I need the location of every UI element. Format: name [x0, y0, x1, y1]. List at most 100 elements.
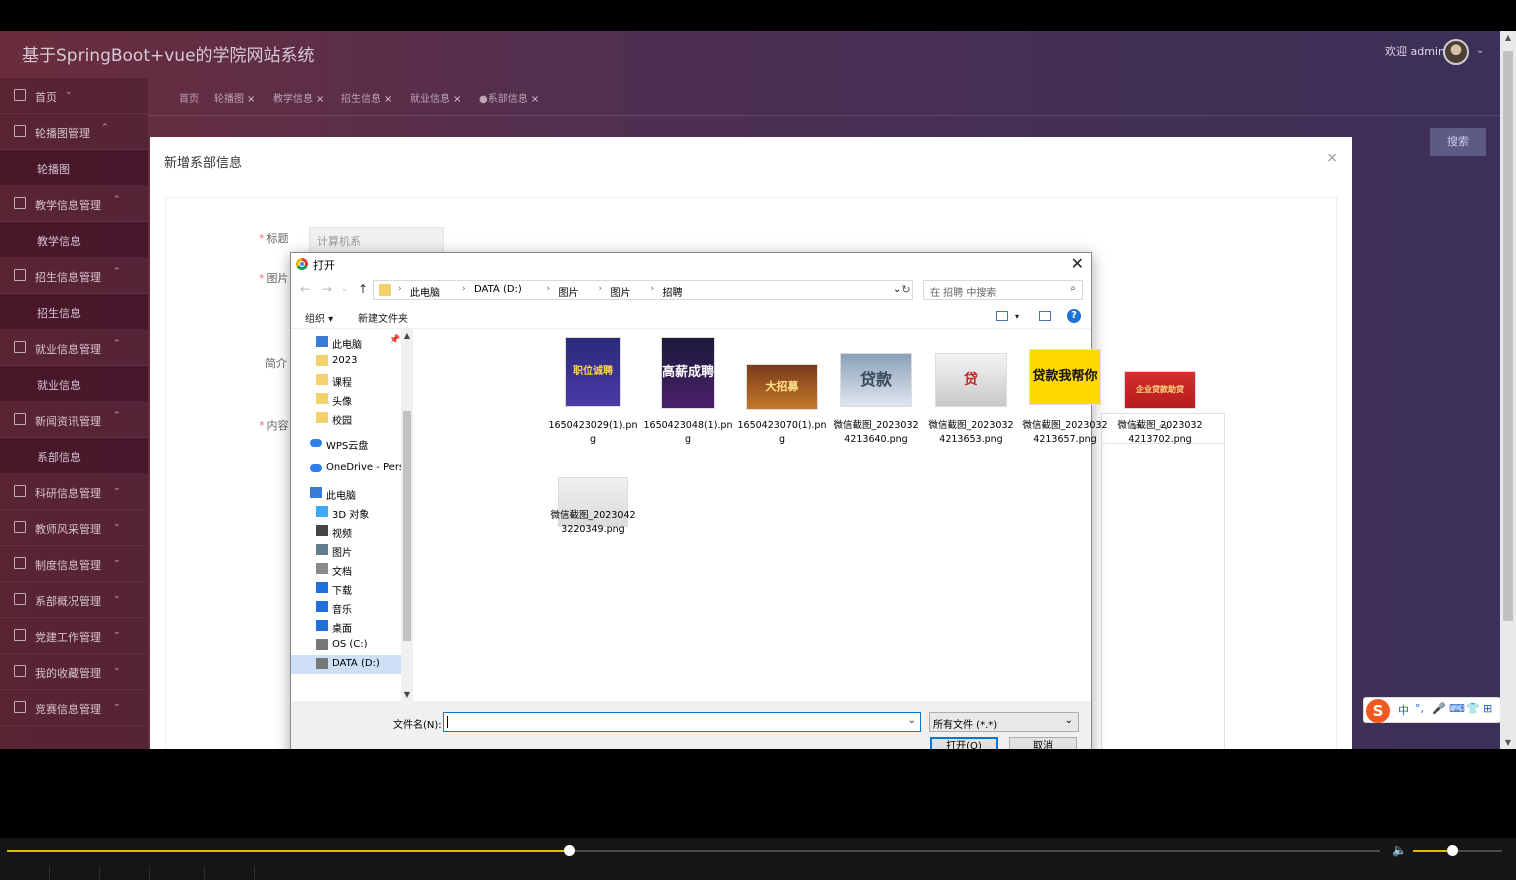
- grid-icon[interactable]: ⊞: [1483, 702, 1492, 715]
- open-button[interactable]: 打开(O): [930, 737, 998, 749]
- refresh-icon[interactable]: ↻: [898, 280, 914, 300]
- sidebar-subitem[interactable]: 轮播图: [0, 150, 148, 186]
- volume-icon[interactable]: 🔈: [1392, 843, 1407, 857]
- tab-item[interactable]: ●系部信息 ×: [479, 90, 539, 105]
- cancel-button[interactable]: 取消: [1009, 737, 1077, 749]
- punctuation-icon[interactable]: °,: [1415, 702, 1424, 715]
- file-item[interactable]: 贷款我帮你 微信截图_20230324213657.png: [1020, 329, 1110, 459]
- sidebar-item[interactable]: 首页 ⌄: [0, 78, 148, 114]
- nav-item[interactable]: 课程: [291, 371, 401, 390]
- nav-item[interactable]: 音乐: [291, 598, 401, 617]
- scroll-thumb[interactable]: [1503, 51, 1513, 621]
- nav-item[interactable]: OneDrive - Perso: [291, 459, 410, 478]
- sidebar-item[interactable]: 招生信息管理 ⌃: [0, 258, 148, 294]
- volume-handle[interactable]: [1447, 845, 1459, 856]
- breadcrumb-item[interactable]: 图片: [611, 284, 631, 299]
- skin-icon[interactable]: 👕: [1466, 702, 1480, 715]
- ime-toolbar[interactable]: S 中 °, 🎤 ⌨ 👕 ⊞: [1363, 697, 1500, 723]
- file-item[interactable]: 职位诚聘 1650423029(1).png: [548, 329, 638, 459]
- nav-item[interactable]: 此电脑 📌: [291, 333, 401, 352]
- microphone-icon[interactable]: 🎤: [1432, 702, 1446, 715]
- nav-item[interactable]: 头像: [291, 390, 401, 409]
- tab-item[interactable]: 教学信息 ×: [273, 90, 324, 105]
- scroll-up-icon[interactable]: ▲: [401, 331, 413, 340]
- search-input[interactable]: 在 招聘 中搜索 ⌕: [923, 280, 1083, 300]
- scroll-up-icon[interactable]: ▲: [1500, 33, 1516, 42]
- nav-item[interactable]: 此电脑: [291, 484, 401, 503]
- filetype-select[interactable]: 所有文件 (*.*) ⌄: [929, 712, 1079, 732]
- organize-menu[interactable]: 组织 ▾: [305, 310, 333, 325]
- scroll-down-icon[interactable]: ▼: [401, 690, 413, 699]
- nav-item[interactable]: WPS云盘: [291, 434, 401, 453]
- page-scrollbar[interactable]: ▲ ▼: [1500, 31, 1516, 749]
- sidebar-item[interactable]: 竞赛信息管理 ⌄: [0, 690, 148, 726]
- new-folder-button[interactable]: 新建文件夹: [358, 310, 408, 325]
- chinese-mode-icon[interactable]: 中: [1398, 702, 1409, 718]
- close-icon[interactable]: ×: [1326, 150, 1338, 166]
- scroll-thumb[interactable]: [403, 411, 411, 641]
- file-item[interactable]: 微信截图_20230423220349.png: [548, 449, 638, 579]
- nav-item[interactable]: 图片: [291, 541, 401, 560]
- nav-item[interactable]: 下载: [291, 579, 401, 598]
- keyboard-icon[interactable]: ⌨: [1449, 702, 1465, 715]
- scroll-down-icon[interactable]: ▼: [1500, 738, 1516, 747]
- sidebar-item[interactable]: 党建工作管理 ⌄: [0, 618, 148, 654]
- sidebar-subitem[interactable]: 招生信息: [0, 294, 148, 330]
- nav-item[interactable]: 文档: [291, 560, 401, 579]
- preview-pane-icon[interactable]: [1039, 311, 1051, 321]
- volume-slider[interactable]: [1413, 845, 1502, 856]
- close-icon[interactable]: ×: [316, 94, 324, 105]
- tab-item[interactable]: 轮播图 ×: [214, 90, 255, 105]
- sidebar-item[interactable]: 系部概况管理 ⌄: [0, 582, 148, 618]
- file-item[interactable]: 贷微信截图_20230324213653.png: [926, 329, 1016, 459]
- nav-item[interactable]: 2023: [291, 352, 401, 371]
- nav-item[interactable]: DATA (D:): [291, 655, 401, 674]
- sidebar-subitem[interactable]: 就业信息: [0, 366, 148, 402]
- file-item[interactable]: 企业贷款助贷 微信截图_20230324213702.png: [1115, 329, 1205, 459]
- title-input[interactable]: 计算机系: [309, 227, 444, 253]
- nav-item[interactable]: 桌面: [291, 617, 401, 636]
- seek-bar[interactable]: [7, 845, 1380, 856]
- chevron-down-icon[interactable]: ⌄: [1476, 45, 1484, 56]
- sidebar-item[interactable]: 科研信息管理 ⌄: [0, 474, 148, 510]
- file-item[interactable]: 高薪成聘 1650423048(1).png: [643, 329, 733, 459]
- file-item[interactable]: 贷款 微信截图_20230324213640.png: [831, 329, 921, 459]
- up-arrow-icon[interactable]: ↑: [358, 282, 368, 296]
- breadcrumb-item[interactable]: 招聘: [663, 284, 683, 299]
- breadcrumb-item[interactable]: DATA (D:): [474, 284, 522, 295]
- help-icon[interactable]: ?: [1067, 309, 1081, 323]
- close-icon[interactable]: ×: [247, 94, 255, 105]
- view-dropdown-icon[interactable]: ▾: [1015, 312, 1019, 321]
- close-icon[interactable]: ×: [531, 94, 539, 105]
- sidebar-item[interactable]: 新闻资讯管理 ⌃: [0, 402, 148, 438]
- sidebar-item[interactable]: 我的收藏管理 ⌄: [0, 654, 148, 690]
- chevron-down-icon[interactable]: ⌄: [908, 715, 916, 726]
- tab-item[interactable]: 就业信息 ×: [410, 90, 461, 105]
- nav-item[interactable]: OS (C:): [291, 636, 401, 655]
- seek-handle[interactable]: [563, 845, 575, 856]
- tab-item[interactable]: 首页: [179, 90, 199, 105]
- view-mode-icon[interactable]: [996, 311, 1008, 321]
- sidebar-item[interactable]: 教学信息管理 ⌃: [0, 186, 148, 222]
- back-arrow-icon[interactable]: ←: [300, 282, 310, 296]
- sidebar-item[interactable]: 就业信息管理 ⌃: [0, 330, 148, 366]
- nav-item[interactable]: 3D 对象: [291, 503, 401, 522]
- breadcrumb-item[interactable]: 此电脑: [410, 284, 440, 299]
- recent-dropdown-icon[interactable]: ⌄: [341, 284, 348, 293]
- close-icon[interactable]: ×: [453, 94, 461, 105]
- nav-item[interactable]: 视频: [291, 522, 401, 541]
- breadcrumb-item[interactable]: 图片: [559, 284, 579, 299]
- address-bar[interactable]: › 此电脑 › DATA (D:) › 图片 › 图片 › 招聘 ⌄: [373, 280, 913, 300]
- sidebar-subitem[interactable]: 教学信息: [0, 222, 148, 258]
- tab-item[interactable]: 招生信息 ×: [341, 90, 392, 105]
- forward-arrow-icon[interactable]: →: [322, 282, 332, 296]
- nav-item[interactable]: 校园: [291, 409, 401, 428]
- sidebar-item[interactable]: 制度信息管理 ⌄: [0, 546, 148, 582]
- sidebar-item[interactable]: 轮播图管理 ⌃: [0, 114, 148, 150]
- filename-input[interactable]: ⌄: [443, 712, 921, 732]
- sidebar-item[interactable]: 教师风采管理 ⌄: [0, 510, 148, 546]
- close-icon[interactable]: ✕: [1071, 254, 1084, 273]
- rich-text-editor[interactable]: ↶ ↷: [1101, 413, 1225, 749]
- close-icon[interactable]: ×: [384, 94, 392, 105]
- nav-scrollbar[interactable]: ▲ ▼: [401, 329, 413, 701]
